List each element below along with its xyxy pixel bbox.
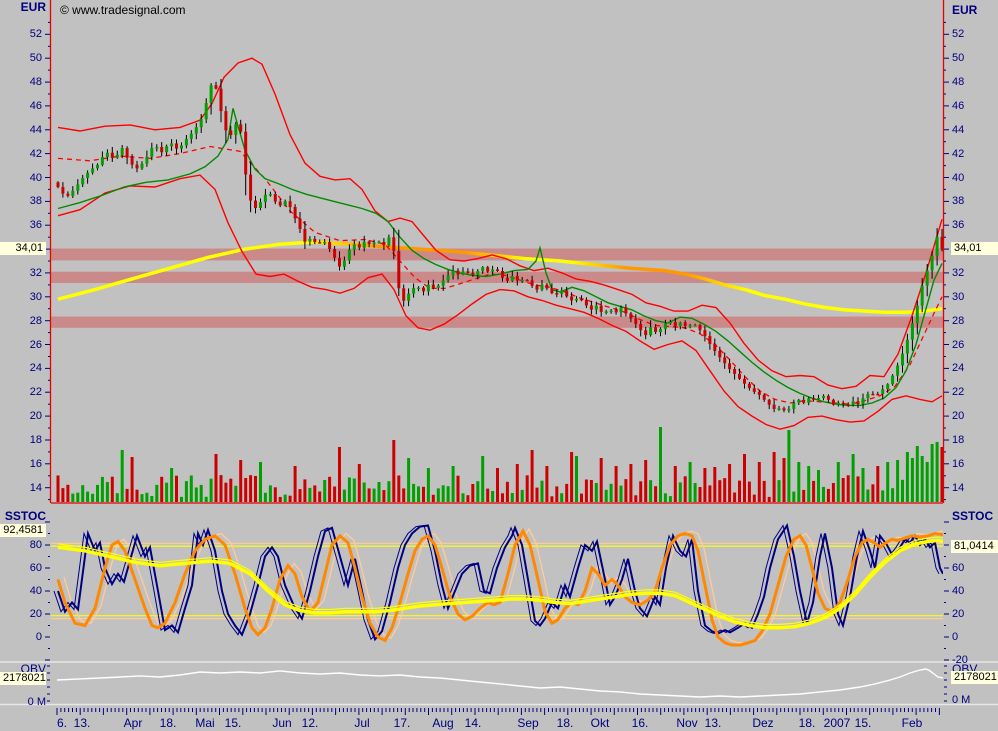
x-axis-label: Jul	[354, 716, 369, 730]
price-axis-label-right: 28	[952, 315, 964, 328]
x-axis-label: 17.	[394, 716, 411, 730]
x-axis-label: Jun	[272, 716, 291, 730]
chart-window: EUR © www.tradesignal.com EUR SSTOC SSTO…	[0, 0, 998, 731]
price-axis-label-left: 24	[0, 362, 42, 375]
price-axis-label-right: 48	[952, 76, 964, 89]
price-axis-label-right: 30	[952, 291, 964, 304]
sstoc-value-box-right: 81,0414	[951, 540, 998, 553]
sstoc-plot-area[interactable]	[51, 512, 943, 662]
x-axis-label: 15.	[225, 716, 242, 730]
price-axis-label-left: 40	[0, 172, 42, 185]
x-axis-ticks	[57, 708, 939, 715]
sstoc-axis-label-right: 0	[952, 631, 958, 644]
x-axis-label: Nov	[676, 716, 697, 730]
sstoc-value-box-left: 92,4581	[0, 524, 46, 537]
sstoc-label-left: SSTOC	[0, 509, 46, 523]
currency-label-right: EUR	[952, 3, 977, 17]
sstoc-axis-label-left: 20	[0, 608, 42, 621]
x-axis-label: Sep	[517, 716, 538, 730]
price-axis-label-right: 46	[952, 100, 964, 113]
sstoc-axis-label-left: 80	[0, 539, 42, 552]
sstoc-axis-label-right: -20	[952, 654, 968, 667]
x-axis-label: 18.	[160, 716, 177, 730]
price-axis-label-right: 52	[952, 28, 964, 41]
price-axis-label-left: 48	[0, 76, 42, 89]
sstoc-axis-label-left: 0	[0, 631, 42, 644]
x-axis-label: 13.	[705, 716, 722, 730]
price-axis-label-right: 14	[952, 482, 964, 495]
x-axis-label: 15.	[855, 716, 872, 730]
current-price-box-right: 34,01	[951, 242, 998, 255]
price-axis-label-left: 26	[0, 339, 42, 352]
price-axis-label-right: 20	[952, 410, 964, 423]
price-axis-label-right: 36	[952, 219, 964, 232]
x-axis-label: 12.	[302, 716, 319, 730]
x-axis-label: Dez	[752, 716, 773, 730]
obv-value-box-right: 2178021	[951, 671, 998, 684]
price-axis-label-left: 16	[0, 458, 42, 471]
price-axis-label-left: 22	[0, 386, 42, 399]
x-axis-label: 2007	[824, 716, 851, 730]
x-axis-label: Aug	[432, 716, 453, 730]
x-axis-label: 6.	[57, 716, 67, 730]
x-axis-label: Mai	[195, 716, 214, 730]
x-axis-label: 18.	[557, 716, 574, 730]
price-axis-label-left: 14	[0, 482, 42, 495]
chart-canvas[interactable]	[0, 0, 998, 731]
x-axis-label: 14.	[465, 716, 482, 730]
price-axis-label-right: 24	[952, 362, 964, 375]
main-plot-area[interactable]	[51, 0, 943, 503]
price-axis-label-left: 38	[0, 195, 42, 208]
sstoc-label-right: SSTOC	[952, 509, 993, 523]
price-axis-label-right: 42	[952, 148, 964, 161]
sstoc-axis-label-right: 60	[952, 562, 964, 575]
price-axis-label-left: 18	[0, 434, 42, 447]
price-axis-label-right: 26	[952, 339, 964, 352]
price-axis-label-left: 30	[0, 291, 42, 304]
x-axis-label: 18.	[799, 716, 816, 730]
obv-zero-label-right: 0 M	[952, 694, 970, 707]
watermark: © www.tradesignal.com	[60, 3, 186, 17]
sstoc-axis-label-right: 20	[952, 608, 964, 621]
x-axis-label: Okt	[591, 716, 610, 730]
price-axis-label-right: 38	[952, 195, 964, 208]
price-axis-label-left: 44	[0, 124, 42, 137]
currency-label-left: EUR	[0, 0, 46, 14]
price-axis-label-right: 32	[952, 267, 964, 280]
x-axis-label: 13.	[74, 716, 91, 730]
price-axis-label-left: 36	[0, 219, 42, 232]
price-axis-label-left: 52	[0, 28, 42, 41]
price-axis-label-left: 32	[0, 267, 42, 280]
current-price-box-left: 34,01	[0, 242, 46, 255]
price-axis-label-right: 40	[952, 172, 964, 185]
x-axis-label: 16.	[632, 716, 649, 730]
obv-zero-label-left: 0 M	[0, 696, 46, 709]
price-axis-label-left: 42	[0, 148, 42, 161]
price-axis-label-right: 16	[952, 458, 964, 471]
price-axis-label-right: 22	[952, 386, 964, 399]
sstoc-axis-label-left: 60	[0, 562, 42, 575]
price-axis-label-right: 44	[952, 124, 964, 137]
sstoc-axis-label-left: 40	[0, 585, 42, 598]
price-axis-label-left: 28	[0, 315, 42, 328]
price-axis-label-right: 50	[952, 52, 964, 65]
price-axis-label-left: 46	[0, 100, 42, 113]
x-axis-label: Apr	[124, 716, 143, 730]
price-axis-label-right: 18	[952, 434, 964, 447]
price-axis-label-left: 50	[0, 52, 42, 65]
sstoc-axis-label-right: 40	[952, 585, 964, 598]
obv-plot-area[interactable]	[51, 663, 943, 704]
obv-value-box-left: 2178021	[0, 672, 46, 685]
price-axis-label-left: 20	[0, 410, 42, 423]
x-axis-label: Feb	[902, 716, 923, 730]
